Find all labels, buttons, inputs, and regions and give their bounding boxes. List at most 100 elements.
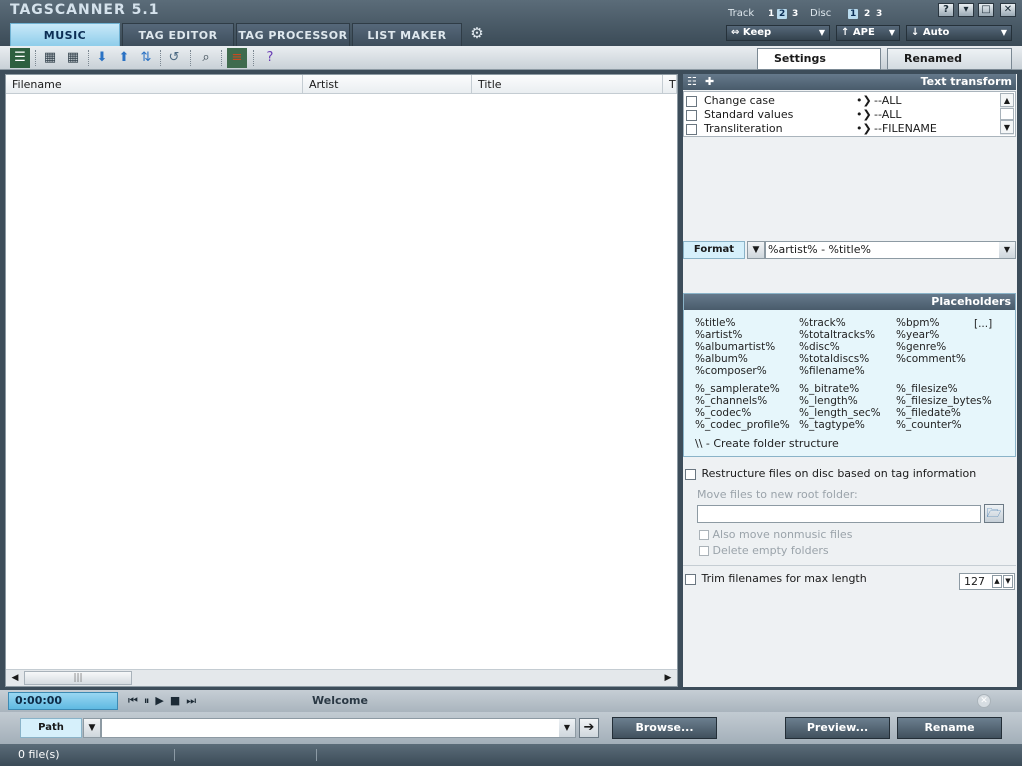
list-item[interactable]: Transliteration •❯ --FILENAME [686,122,996,136]
keep-dropdown[interactable]: ⇔ Keep ▼ [726,25,830,41]
help-icon[interactable]: ? [260,48,280,68]
checkbox[interactable] [686,95,697,107]
placeholder-item[interactable]: %_filesize_bytes% [896,395,992,407]
restructure-checkbox[interactable]: Restructure files on disc based on tag i… [685,467,976,480]
track-num-1[interactable]: 1 [768,9,774,19]
close-icon[interactable]: ✕ [977,694,991,708]
format-input[interactable]: %artist% - %title% ▼ [765,241,1016,259]
placeholder-item[interactable]: %disc% [799,341,875,353]
stepper-down-icon[interactable]: ▼ [1003,575,1013,588]
placeholder-item[interactable]: %album% [695,353,775,365]
list-icon[interactable]: ☷ [687,74,697,90]
placeholder-item[interactable]: %_length_sec% [799,407,881,419]
gear-icon[interactable]: ⚙ [468,24,486,42]
placeholder-item[interactable]: %filename% [799,365,875,377]
placeholder-item[interactable]: %_tagtype% [799,419,881,431]
list-item[interactable]: Change case •❯ --ALL [686,94,996,108]
placeholder-item[interactable]: %comment% [896,353,966,365]
path-menu-button[interactable]: ▼ [83,718,101,738]
checkbox[interactable] [686,109,697,121]
track-num-2[interactable]: 2 [777,9,788,19]
auto-dropdown[interactable]: ↓ Auto ▼ [906,25,1012,41]
placeholder-item[interactable]: %albumartist% [695,341,775,353]
scroll-up-icon[interactable]: ▲ [1000,93,1014,107]
checkbox[interactable] [699,530,709,540]
search-icon[interactable]: ⌕ [196,48,216,68]
stop-icon[interactable]: ■ [170,694,186,707]
placeholder-item[interactable]: %track% [799,317,875,329]
add-icon[interactable]: ✚ [705,74,714,90]
scroll-left-icon[interactable]: ◀ [8,671,22,685]
vertical-scrollbar[interactable]: ▲ ▼ [1000,93,1014,135]
placeholders-more-button[interactable]: [...] [974,318,992,330]
preview-button[interactable]: Preview... [785,717,890,739]
scroll-thumb[interactable] [1000,108,1014,120]
placeholder-item[interactable]: %composer% [695,365,775,377]
grid-view-icon[interactable]: ▦ [40,48,60,68]
placeholder-item[interactable]: %genre% [896,341,966,353]
placeholder-item[interactable]: %_filesize% [896,383,992,395]
placeholder-item[interactable]: %_bitrate% [799,383,881,395]
scroll-thumb[interactable]: ||| [24,671,132,685]
disc-num-3[interactable]: 3 [876,9,882,19]
placeholder-item[interactable]: %_codec_profile% [695,419,790,431]
column-header-title[interactable]: Title [472,75,663,94]
tab-tag-processor[interactable]: TAG PROCESSOR [236,23,350,46]
also-move-checkbox[interactable]: Also move nonmusic files [699,528,852,541]
close-button[interactable]: ✕ [1000,3,1016,17]
list-view-icon[interactable]: ☰ [10,48,30,68]
tab-settings[interactable]: Settings [757,48,881,70]
previous-icon[interactable]: ⏮ [128,694,144,707]
horizontal-scrollbar[interactable]: ◀ ||| ▶ [6,669,677,686]
column-header-filename[interactable]: Filename [6,75,303,94]
play-icon[interactable]: ▶ [155,694,169,707]
pause-icon[interactable]: ⏸ [144,694,156,707]
column-header-extra[interactable]: T [663,75,677,94]
file-list[interactable]: Filename Artist Title T ◀ ||| ▶ [5,74,678,687]
move-down-icon[interactable]: ⬇ [92,48,112,68]
go-arrow-icon[interactable]: ➔ [579,718,599,738]
filter-icon[interactable]: ≡ [227,48,247,68]
checkbox[interactable] [686,123,697,135]
disc-num-2[interactable]: 2 [864,9,870,19]
placeholder-item[interactable]: %title% [695,317,775,329]
menu-button[interactable]: ▾ [958,3,974,17]
tab-music-renamer[interactable]: MUSIC RENAMER [10,23,120,66]
ape-dropdown[interactable]: ↑ APE ▼ [836,25,900,41]
stepper-up-icon[interactable]: ▲ [992,575,1002,588]
checkbox[interactable] [685,573,696,585]
placeholder-item[interactable]: %_counter% [896,419,992,431]
placeholder-item[interactable]: %_length% [799,395,881,407]
placeholder-item[interactable]: %bpm% [896,317,966,329]
placeholder-item[interactable]: %year% [896,329,966,341]
placeholder-item[interactable]: %_filedate% [896,407,992,419]
placeholder-item[interactable]: %artist% [695,329,775,341]
delete-empty-checkbox[interactable]: Delete empty folders [699,544,829,557]
grid-view-large-icon[interactable]: ▦ [63,48,83,68]
help-button[interactable]: ? [938,3,954,17]
disc-num-1[interactable]: 1 [848,9,859,19]
tab-renamed[interactable]: Renamed [887,48,1012,70]
placeholder-item[interactable]: %totaltracks% [799,329,875,341]
path-input[interactable]: ▼ [101,718,576,738]
chevron-down-icon[interactable]: ▼ [999,242,1015,258]
scroll-right-icon[interactable]: ▶ [661,671,675,685]
trim-checkbox[interactable]: Trim filenames for max length [685,572,867,585]
undo-icon[interactable]: ↺ [164,48,184,68]
placeholder-item[interactable]: %totaldiscs% [799,353,875,365]
placeholder-item[interactable]: %_codec% [695,407,790,419]
move-up-icon[interactable]: ⬆ [114,48,134,68]
trim-length-stepper[interactable]: 127 ▲ ▼ [959,573,1015,590]
column-header-artist[interactable]: Artist [303,75,472,94]
chevron-down-icon[interactable]: ▼ [559,719,575,737]
list-item[interactable]: Standard values •❯ --ALL [686,108,996,122]
rename-button[interactable]: Rename [897,717,1002,739]
root-folder-input[interactable] [697,505,981,523]
scroll-down-icon[interactable]: ▼ [1000,120,1014,134]
maximize-button[interactable]: □ [978,3,994,17]
next-icon[interactable]: ⏭ [186,694,202,707]
browse-button[interactable]: Browse... [612,717,717,739]
placeholder-item[interactable]: %_channels% [695,395,790,407]
track-num-3[interactable]: 3 [792,9,798,19]
format-menu-button[interactable]: ▼ [747,241,765,259]
